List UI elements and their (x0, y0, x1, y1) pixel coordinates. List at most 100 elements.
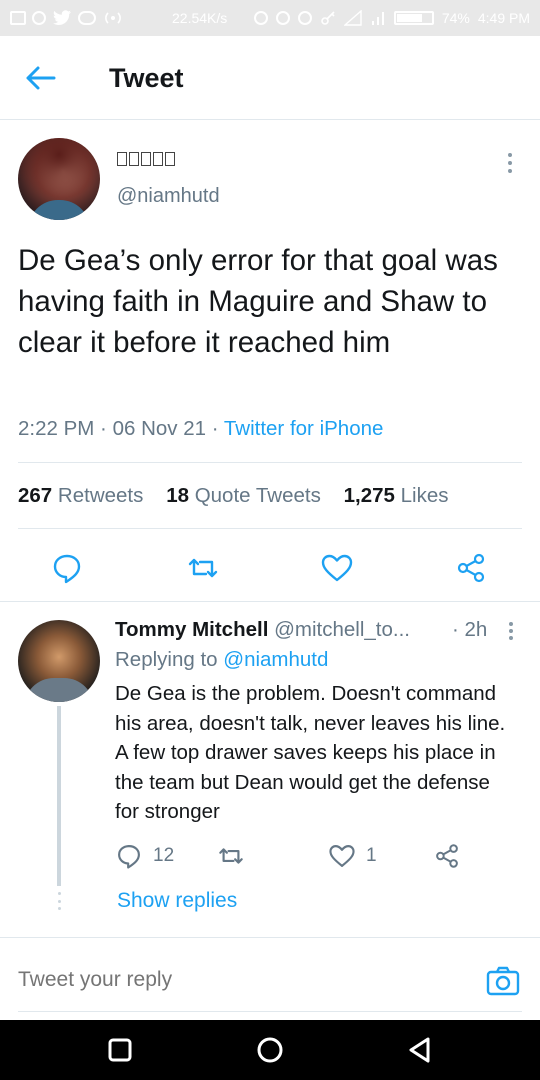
hotspot-status-icon (253, 11, 268, 25)
author-handle[interactable]: @niamhutd (117, 185, 220, 208)
retweet-button[interactable] (186, 551, 220, 585)
signal-icon (343, 10, 362, 26)
reply-time-value: 2h (464, 618, 488, 641)
likes-count: 1,275 (343, 484, 395, 507)
author-avatar[interactable] (18, 138, 100, 220)
section-divider (0, 937, 540, 938)
reply-header: Tommy Mitchell @mitchell_to... (115, 618, 495, 642)
unrendered-glyph (141, 152, 151, 166)
author-display-name[interactable] (117, 152, 175, 166)
retweets-label: Retweets (57, 484, 144, 507)
recents-button[interactable] (106, 1036, 134, 1064)
dot (509, 636, 513, 640)
tweet-source-link[interactable]: Twitter for iPhone (224, 417, 384, 440)
quotes-stat[interactable]: 18 Quote Tweets (166, 484, 321, 507)
system-navigation-bar (0, 1020, 540, 1080)
reply-author-avatar[interactable] (18, 620, 100, 702)
reply-icon (53, 554, 81, 584)
retweet-icon (188, 558, 218, 578)
quotes-count: 18 (166, 484, 189, 507)
tweet-text: De Gea’s only error for that goal was ha… (18, 244, 498, 359)
avatar-shirt (24, 678, 94, 702)
reply-like-count: 1 (366, 845, 377, 866)
chat-notification-icon (32, 11, 46, 25)
dot (509, 629, 513, 633)
reply-input[interactable] (18, 968, 458, 992)
reply-tweet[interactable]: Tommy Mitchell @mitchell_to... · 2h Repl… (0, 602, 540, 938)
image-notification-icon (10, 11, 26, 25)
reply-actions: 12 1 (115, 840, 525, 872)
reply-count: 12 (153, 845, 175, 866)
dot (57, 907, 61, 910)
back-button[interactable] (22, 62, 62, 94)
reply-author-handle[interactable]: @mitchell_to... (274, 618, 410, 641)
quotes-label: Quote Tweets (194, 484, 321, 507)
unrendered-glyph (165, 152, 175, 166)
mobile-data-icon (371, 12, 384, 25)
reply-more-options-button[interactable] (503, 620, 519, 642)
dot (509, 622, 513, 626)
tweet-date: 06 Nov 21 (112, 417, 207, 440)
thread-continuation-dots (56, 892, 62, 910)
retweets-count: 267 (18, 484, 53, 507)
unrendered-glyph (129, 152, 139, 166)
status-system-icons: 74% 4:49 PM (253, 10, 530, 26)
video-notification-icon (78, 11, 96, 25)
tweet-stats: 267 Retweets 18 Quote Tweets 1,275 Likes (18, 484, 449, 508)
share-icon (457, 553, 485, 583)
status-bar: 22.54K/s 74% 4:49 PM (0, 0, 540, 36)
dot (508, 161, 512, 165)
dot (508, 153, 512, 157)
reply-share-button[interactable] (433, 840, 461, 872)
unrendered-glyph (153, 152, 163, 166)
share-button[interactable] (454, 551, 488, 585)
reply-composer (0, 946, 540, 1020)
page-title: Tweet (109, 63, 184, 93)
recents-icon (108, 1038, 132, 1062)
camera-icon (486, 966, 520, 996)
back-triangle-icon (409, 1037, 430, 1063)
tweet-actions (0, 543, 540, 593)
show-replies-link[interactable]: Show replies (117, 889, 237, 913)
home-button[interactable] (256, 1036, 284, 1064)
camera-button[interactable] (486, 966, 520, 996)
do-not-disturb-icon (275, 11, 290, 25)
retweets-stat[interactable]: 267 Retweets (18, 484, 143, 507)
hotspot-icon (105, 12, 121, 24)
replying-to-handle[interactable]: @niamhutd (223, 648, 328, 671)
status-notification-icons (10, 10, 124, 26)
reply-author-name[interactable]: Tommy Mitchell (115, 618, 268, 641)
home-icon (257, 1037, 283, 1063)
heart-icon (329, 845, 355, 867)
divider (18, 528, 522, 529)
reply-retweet-button[interactable] (217, 840, 245, 872)
replying-to: Replying to @niamhutd (115, 648, 328, 672)
tweet-meta: 2:22 PM · 06 Nov 21 · Twitter for iPhone (18, 417, 384, 440)
reply-like-button[interactable]: 1 (328, 840, 377, 872)
tweet-time: 2:22 PM (18, 417, 95, 440)
clock: 4:49 PM (477, 10, 530, 26)
likes-stat[interactable]: 1,275 Likes (344, 484, 449, 507)
system-back-button[interactable] (406, 1036, 434, 1064)
network-speed: 22.54K/s (172, 10, 228, 26)
replying-label: Replying to (115, 648, 218, 671)
reply-text: De Gea is the problem. Doesn't command h… (115, 682, 506, 823)
likes-label: Likes (400, 484, 449, 507)
reply-icon (118, 845, 140, 869)
key-icon (321, 11, 335, 25)
reply-time: · 2h (452, 618, 488, 641)
like-button[interactable] (320, 551, 354, 585)
battery-icon (393, 11, 434, 25)
share-icon (436, 844, 458, 868)
twitter-notification-icon (53, 10, 71, 25)
reply-reply-button[interactable]: 12 (115, 840, 174, 872)
battery-percent: 74% (441, 10, 470, 26)
more-options-button[interactable] (500, 150, 520, 176)
thread-line (57, 706, 61, 886)
heart-icon (321, 554, 353, 582)
retweet-icon (219, 848, 243, 864)
reply-button[interactable] (50, 551, 84, 585)
divider (18, 462, 522, 463)
dot (57, 899, 61, 903)
alarm-icon (297, 11, 312, 25)
